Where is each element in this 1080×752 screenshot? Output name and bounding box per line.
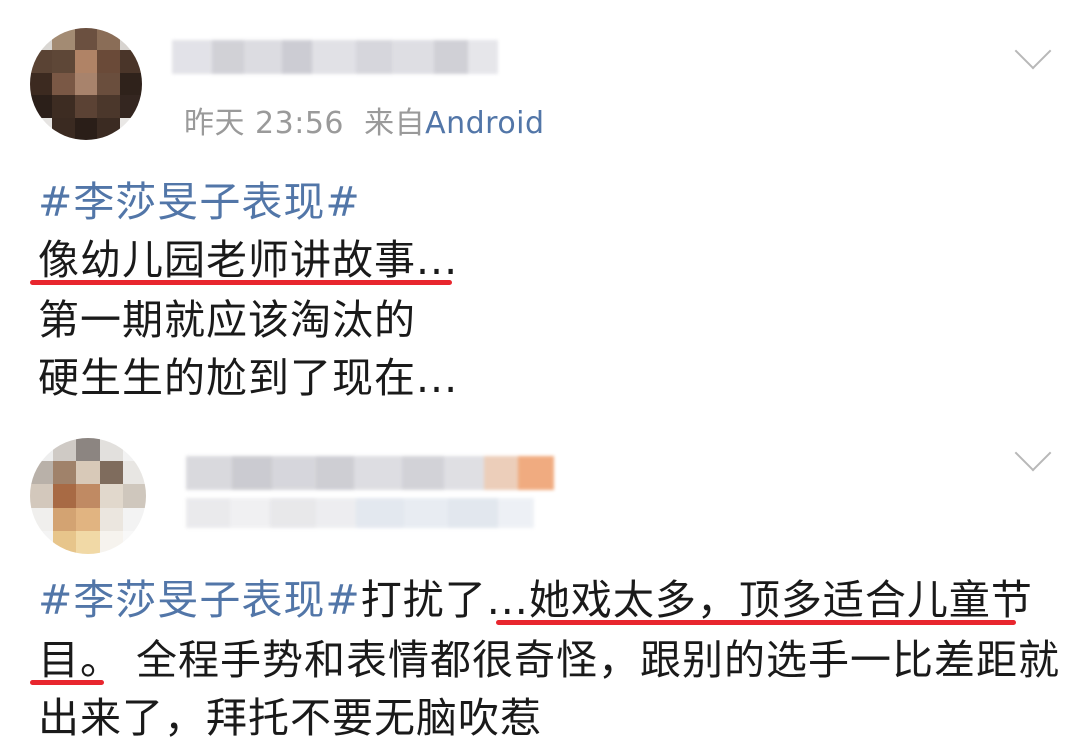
post-text-segment: 打扰了... [360,576,529,624]
red-underline [496,620,1016,625]
post-text-line: 硬生生的尬到了现在... [38,354,459,402]
post-text-line: 目。 全程手势和表情都很奇怪，跟别的选手一比差距就 [38,632,1060,688]
post-text-line: 第一期就应该淘汰的 [38,296,416,344]
post-text-segment: 目。 [38,636,122,684]
avatar[interactable] [30,28,142,140]
red-underline [30,280,452,285]
chevron-down-icon[interactable] [1014,32,1052,70]
weibo-post: 昨天 23:56 来自Android #李莎旻子表现# 像幼儿园老师讲故事...… [0,0,1080,420]
hashtag-link[interactable]: #李莎旻子表现# [38,178,361,226]
post-text-segment: 她戏太多，顶多适合儿童节 [528,576,1033,624]
source-prefix: 来自 [364,106,426,141]
username-redacted[interactable] [172,40,498,74]
weibo-post: #李莎旻子表现#打扰了...她戏太多，顶多适合儿童节 目。 全程手势和表情都很奇… [0,420,1080,752]
post-time: 昨天 23:56 [184,106,344,141]
chevron-down-icon[interactable] [1014,434,1052,472]
username-redacted[interactable] [186,456,554,490]
avatar[interactable] [30,438,146,554]
post-meta: 昨天 23:56 来自Android [184,98,545,142]
post-text-segment: 全程手势和表情都很奇怪，跟别的选手一比差距就 [136,636,1061,684]
hashtag-link[interactable]: #李莎旻子表现# [38,576,361,624]
post-text-line: 出来了，拜托不要无脑吹惹 [38,694,542,742]
meta-redacted [186,498,534,528]
post-text-line: #李莎旻子表现# [38,174,361,230]
post-source[interactable]: Android [425,106,545,141]
red-underline [30,680,104,685]
